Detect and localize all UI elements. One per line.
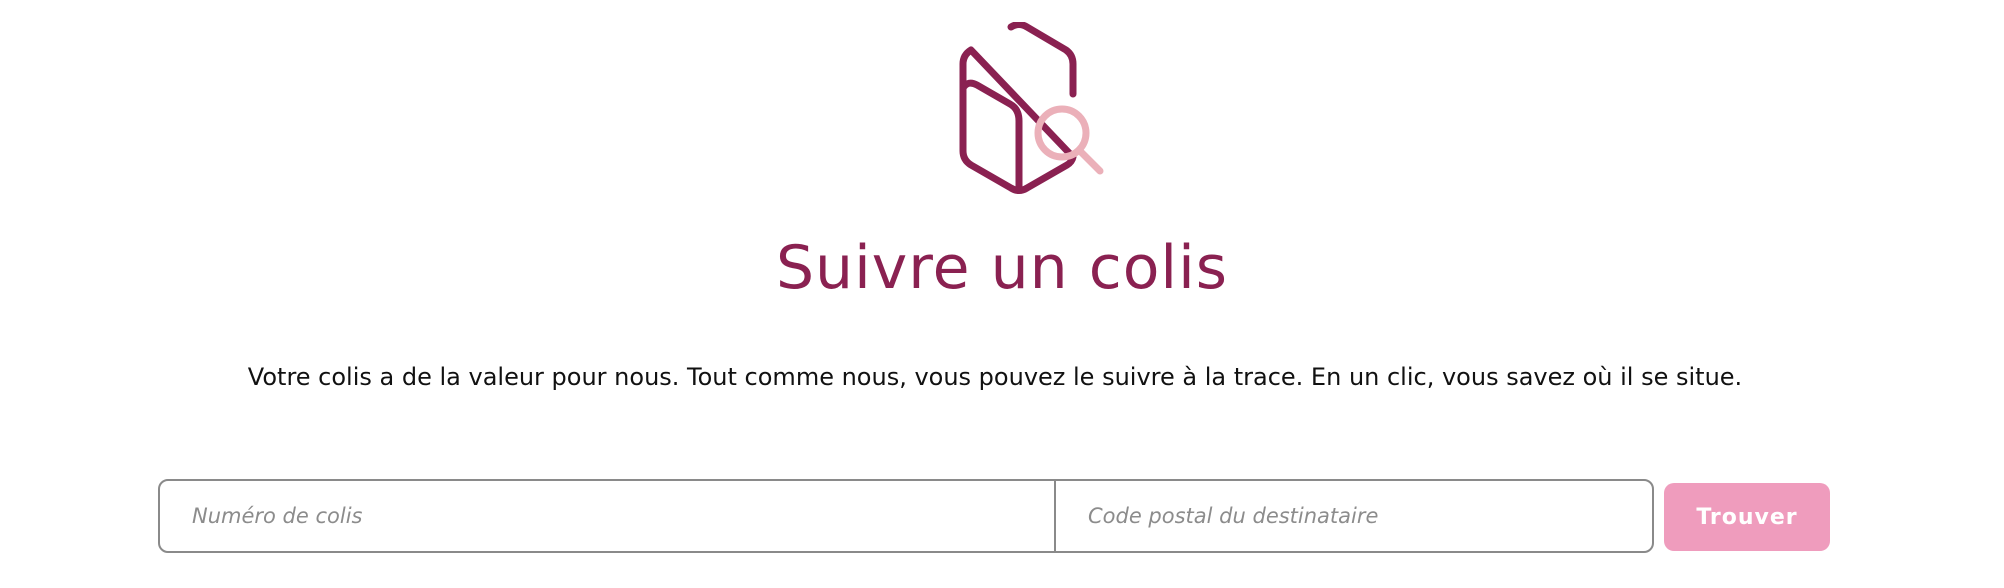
parcel-number-input[interactable] <box>160 481 1056 551</box>
page-description: Votre colis a de la valeur pour nous. To… <box>247 363 1743 391</box>
page-title: Suivre un colis <box>775 233 1229 303</box>
package-search-icon <box>959 22 1104 194</box>
package-front-edge <box>959 79 1023 192</box>
postal-code-input[interactable] <box>1056 481 1652 551</box>
tracking-form: Trouver <box>158 479 1830 557</box>
magnifier-handle <box>1075 146 1104 175</box>
tracking-fields <box>158 479 1654 553</box>
find-button[interactable]: Trouver <box>1664 483 1830 551</box>
